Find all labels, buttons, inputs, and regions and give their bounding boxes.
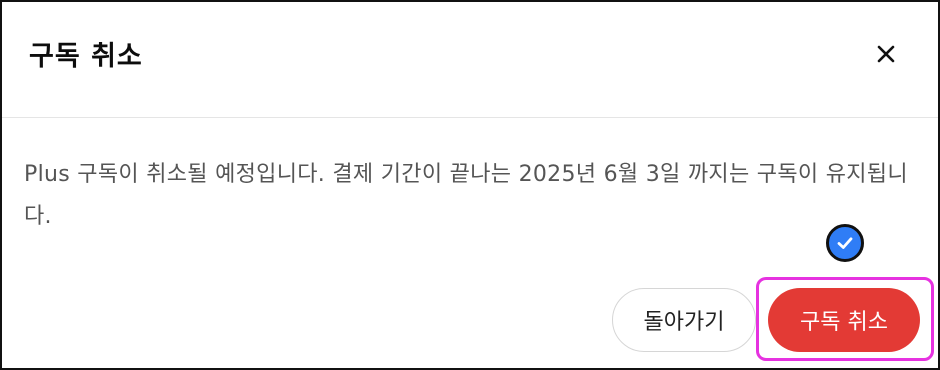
check-circle-icon (826, 224, 864, 262)
close-button[interactable] (866, 36, 906, 76)
confirm-cancel-subscription-button[interactable]: 구독 취소 (768, 288, 920, 352)
dialog-title: 구독 취소 (29, 41, 143, 72)
cancel-subscription-dialog: 구독 취소 Plus 구독이 취소될 예정입니다. 결제 기간이 끝나는 202… (0, 0, 940, 370)
dialog-message: Plus 구독이 취소될 예정입니다. 결제 기간이 끝나는 2025년 6월 … (24, 162, 908, 229)
close-icon (877, 45, 895, 67)
dialog-header: 구독 취소 (2, 2, 938, 118)
back-button[interactable]: 돌아가기 (612, 288, 756, 352)
